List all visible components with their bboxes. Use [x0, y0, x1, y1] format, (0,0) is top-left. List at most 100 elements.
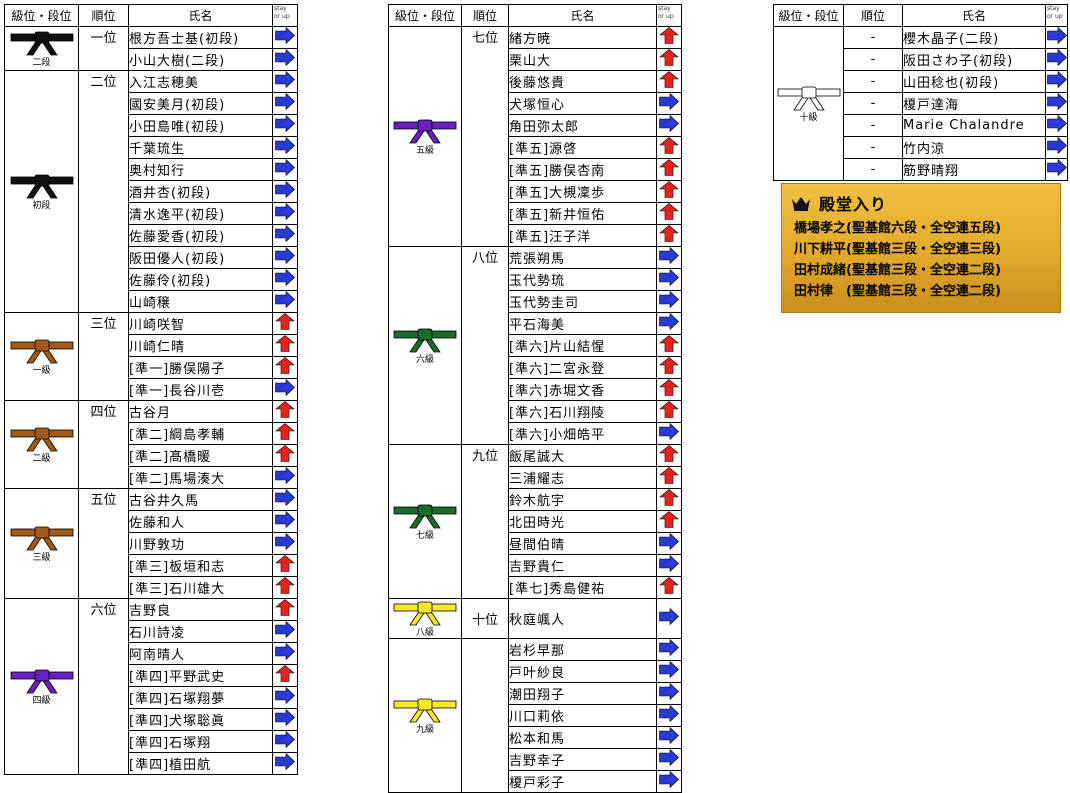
status-arrow-cell [656, 444, 682, 467]
belt-cell: 八級 [388, 598, 462, 639]
member-name: [準五]新井恒佑 [508, 202, 657, 225]
member-name: [準四]石塚翔 [128, 730, 273, 753]
rank-cell: 八位 [461, 246, 509, 445]
table-row: 七級 九位 飯尾誠大 [388, 444, 682, 599]
member-name: [準一]勝俣陽子 [128, 356, 273, 379]
member-name: 阪田さわ子(初段) [902, 48, 1046, 71]
stay-arrow-icon [659, 726, 679, 745]
up-arrow-icon [275, 577, 295, 594]
belt-badge: 四級 [5, 667, 78, 706]
member-name: 竹内涼 [902, 136, 1046, 159]
status-arrow-cell [656, 726, 682, 749]
member-name: 栗山大 [508, 48, 657, 71]
member-name: 松本和馬 [508, 726, 657, 749]
belt-badge: 二段 [5, 29, 78, 68]
member-name: 川崎仁晴 [128, 334, 273, 357]
status-arrow-cell [656, 48, 682, 71]
member-name: [準一]長谷川壱 [128, 378, 273, 401]
belt-cell: 二段 [4, 26, 79, 71]
stay-arrow-icon [275, 114, 295, 133]
ranking-table: 級位・段位 順位 氏名 stay or up 十級 - 櫻木晶子(二段) - 阪田さわ子(初段) -… [773, 4, 1068, 181]
member-name: 玉代勢琉 [508, 268, 657, 291]
ranking-table: 級位・段位 順位 氏名 stay or up 二段 一位 根方吾士基(初段) 小山大樹(二段) 初… [4, 4, 298, 775]
up-arrow-icon [659, 71, 679, 88]
rank-cell: 五位 [78, 488, 129, 599]
member-name: 榎戸達海 [902, 92, 1046, 115]
status-arrow-cell [1045, 158, 1068, 181]
belt-label: 初段 [32, 201, 51, 211]
up-arrow-icon [275, 555, 295, 572]
stay-arrow-icon [275, 488, 295, 507]
member-name: 北田時光 [508, 510, 657, 533]
status-arrow-cell [272, 576, 298, 599]
member-name: [準二]綱島孝輔 [128, 422, 273, 445]
belt-badge: 一級 [5, 337, 78, 376]
status-arrow-cell [1045, 48, 1068, 71]
header-or-up: or up [658, 13, 674, 20]
status-arrow-cell [272, 290, 298, 313]
status-arrow-cell [272, 26, 298, 49]
belt-cell: 二級 [4, 400, 79, 489]
yellow-belt-icon [393, 698, 457, 723]
status-arrow-cell [272, 686, 298, 709]
belt-cell: 六級 [388, 246, 462, 445]
status-arrow-cell [272, 268, 298, 291]
up-arrow-icon [659, 137, 679, 154]
member-name: [準五]源啓 [508, 136, 657, 159]
up-arrow-icon [275, 357, 295, 374]
member-name: 阪田優人(初段) [128, 246, 273, 269]
stay-arrow-icon [275, 752, 295, 771]
purple-belt-icon [10, 669, 73, 694]
header-name: 氏名 [508, 4, 657, 27]
belt-label: 四級 [32, 696, 51, 706]
status-arrow-cell [272, 246, 298, 269]
status-arrow-cell [272, 510, 298, 533]
status-arrow-cell [272, 598, 298, 621]
status-arrow-cell [656, 378, 682, 401]
green-belt-icon [393, 504, 457, 529]
member-name: [準六]赤堀文香 [508, 378, 657, 401]
member-name: 角田弥太郎 [508, 114, 657, 137]
stay-arrow-icon [659, 532, 679, 551]
stay-arrow-icon [275, 290, 295, 309]
table-row: 初段 二位 入江志穂美 [4, 70, 298, 313]
member-name: [準六]片山結惺 [508, 334, 657, 357]
status-arrow-cell [656, 114, 682, 137]
status-arrow-cell [656, 158, 682, 181]
belt-badge: 二級 [5, 425, 78, 464]
stay-arrow-icon [275, 180, 295, 199]
member-name: 吉野貴仁 [508, 554, 657, 577]
member-name: [準四]平野武史 [128, 664, 273, 687]
stay-arrow-icon [659, 554, 679, 573]
stay-arrow-icon [659, 114, 679, 133]
member-name: 川崎咲智 [128, 312, 273, 335]
member-name: [準六]小畑皓平 [508, 422, 657, 445]
rank-cell: - [843, 158, 903, 181]
member-name: 奥村知行 [128, 158, 273, 181]
status-arrow-cell [656, 92, 682, 115]
header-stay: stay [658, 5, 671, 12]
header-grade: 級位・段位 [388, 4, 462, 27]
belt-label: 二級 [32, 454, 51, 464]
status-arrow-cell [656, 70, 682, 93]
table-row: 二段 一位 根方吾士基(初段) [4, 26, 298, 71]
header-rank: 順位 [461, 4, 509, 27]
status-arrow-cell [656, 400, 682, 423]
rank-cell: 九位 [461, 444, 509, 599]
belt-label: 七級 [415, 531, 434, 541]
stay-arrow-icon [275, 686, 295, 705]
table-row: 二級 四位 古谷月 [4, 400, 298, 489]
member-name: 小田島唯(初段) [128, 114, 273, 137]
status-arrow-cell [272, 708, 298, 731]
stay-arrow-icon [275, 466, 295, 485]
status-arrow-cell [272, 488, 298, 511]
member-name: 榎戸彩子 [508, 770, 657, 793]
member-name: 佐藤伶(初段) [128, 268, 273, 291]
member-name: 三浦耀志 [508, 466, 657, 489]
stay-arrow-icon [659, 748, 679, 767]
rank-cell: - [843, 92, 903, 115]
status-arrow-cell [272, 48, 298, 71]
status-arrow-cell [656, 554, 682, 577]
belt-label: 五級 [415, 146, 434, 156]
hall-of-fame-panel: 殿堂入り 橋場孝之(聖基館六段・全空連五段) 川下耕平(聖基館三段・全空連三段)… [781, 183, 1061, 313]
